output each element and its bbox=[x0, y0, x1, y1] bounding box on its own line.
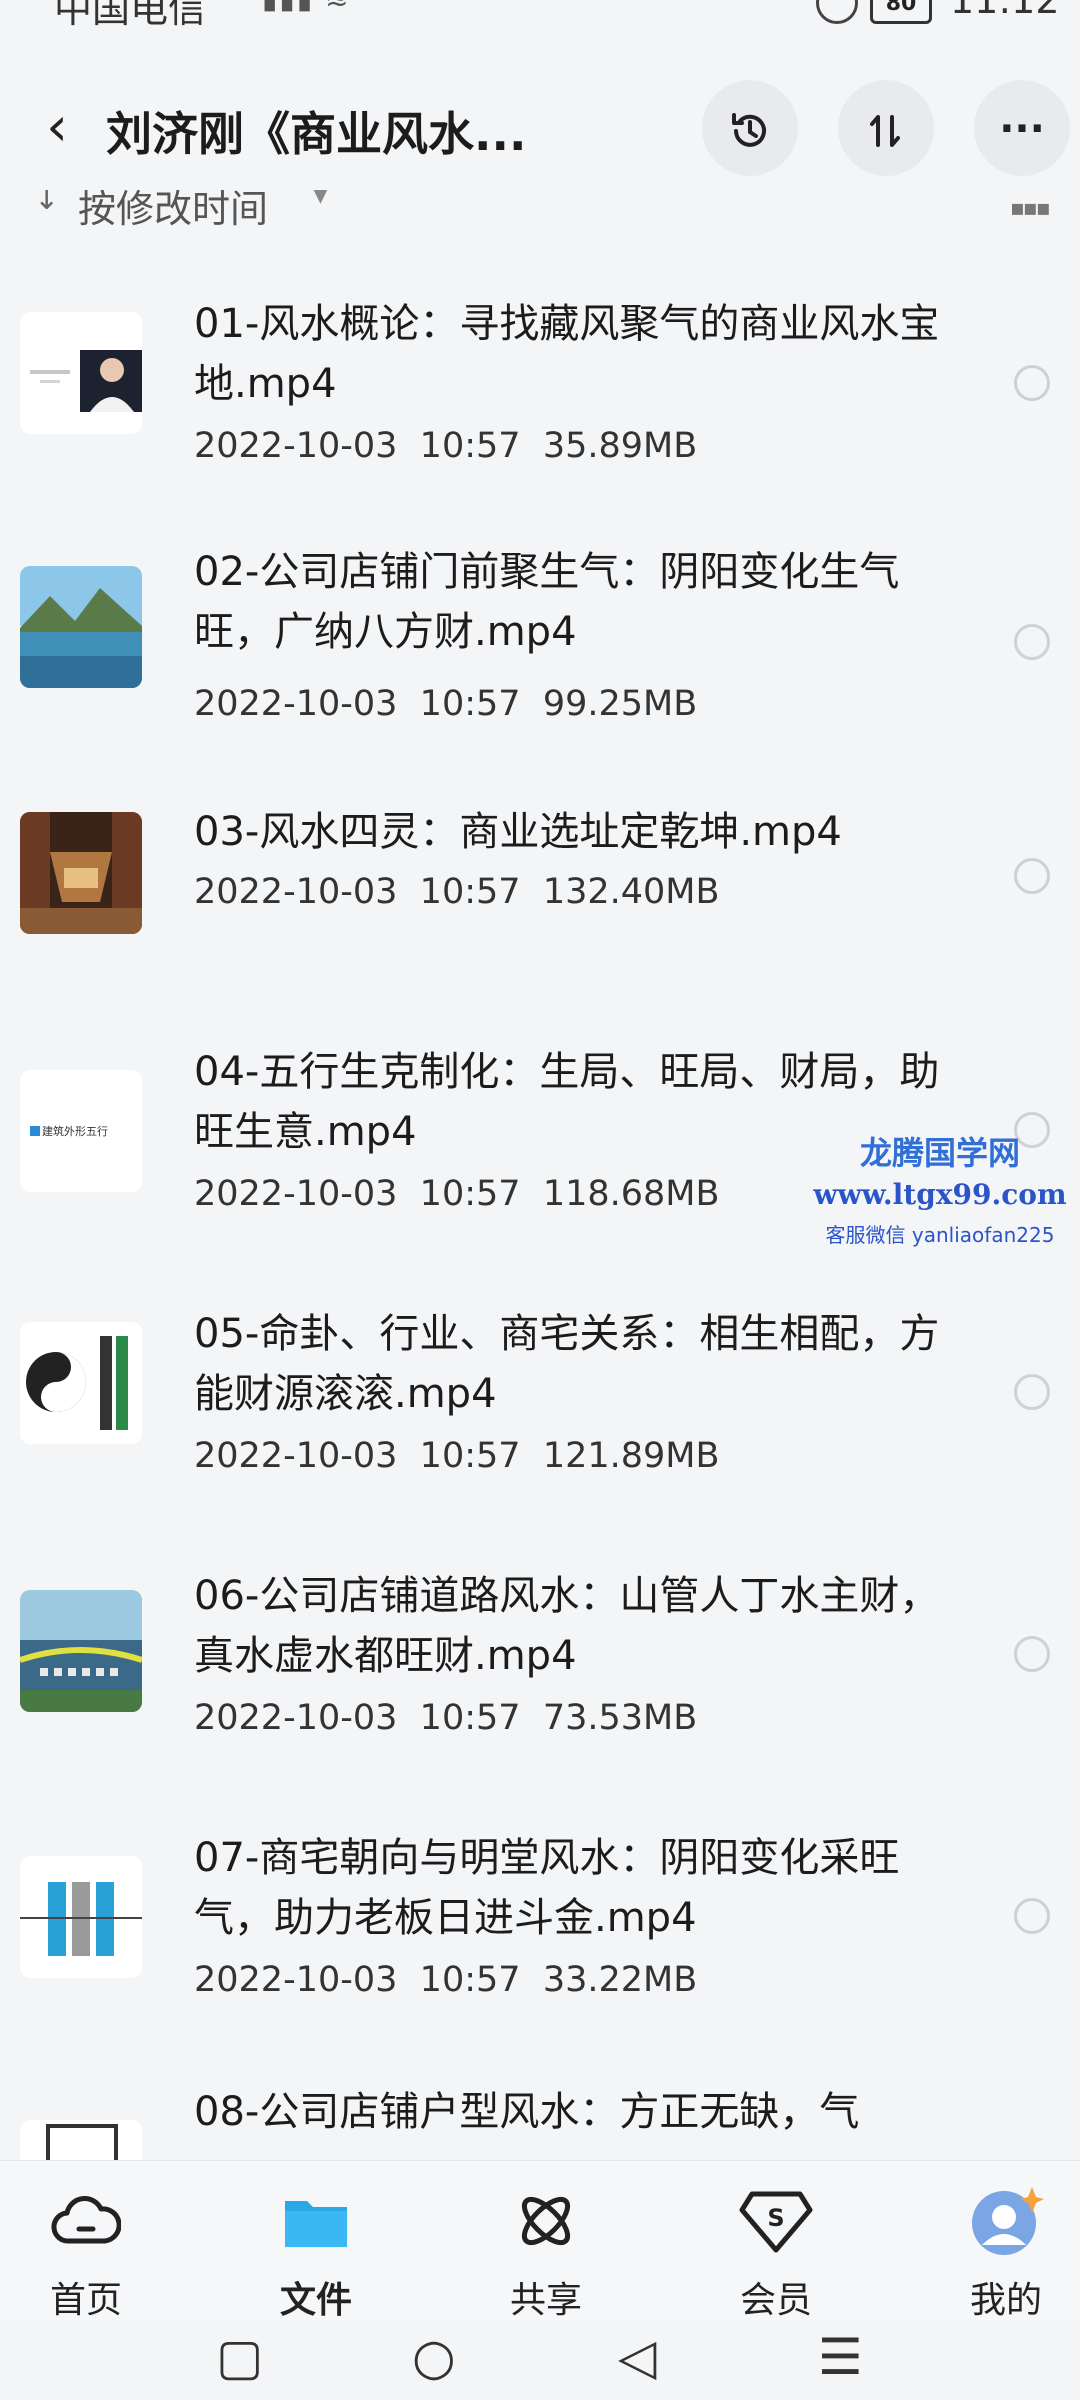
eye-comfort-icon bbox=[816, 0, 858, 24]
tab-vip[interactable]: S 会员 bbox=[696, 2181, 856, 2321]
file-meta: 2022-10-03 10:57 33.22MB bbox=[194, 1960, 698, 2000]
grid-view-icon[interactable]: ▪▪▪ bbox=[1010, 196, 1051, 221]
file-row-08[interactable]: 08-公司店铺户型风水：方正无缺，气 bbox=[0, 2054, 1080, 2160]
more-horizontal-icon: ··· bbox=[999, 106, 1045, 152]
tab-files[interactable]: 文件 bbox=[236, 2181, 396, 2321]
select-radio[interactable] bbox=[1014, 624, 1050, 660]
back-icon[interactable]: ◁ bbox=[618, 2328, 656, 2386]
file-meta: 2022-10-03 10:57 118.68MB bbox=[194, 1174, 720, 1214]
sort-order-icon bbox=[870, 114, 900, 147]
video-thumbnail bbox=[20, 312, 142, 434]
sort-selector[interactable]: 按修改时间 bbox=[78, 190, 268, 233]
video-thumbnail bbox=[20, 1590, 142, 1712]
video-thumbnail: 建筑外形五行 bbox=[20, 1070, 142, 1192]
tab-home[interactable]: 首页 bbox=[6, 2181, 166, 2321]
file-row-03[interactable]: 03-风水四灵：商业选址定乾坤.mp4 2022-10-03 10:57 132… bbox=[0, 772, 1080, 1006]
menu-icon[interactable]: ☰ bbox=[818, 2328, 863, 2386]
file-row-01[interactable]: 01-风水概论：寻找藏风聚气的商业风水宝地.mp4 2022-10-03 10:… bbox=[0, 250, 1080, 510]
watermark-url: www.ltgx99.com bbox=[813, 1178, 1067, 1211]
file-name: 01-风水概论：寻找藏风聚气的商业风水宝地.mp4 bbox=[194, 301, 940, 407]
svg-text:建筑外形五行: 建筑外形五行 bbox=[42, 1124, 108, 1138]
recents-icon[interactable]: ▢ bbox=[216, 2328, 263, 2386]
file-name: 05-命卦、行业、商宅关系：相生相配，方能财源滚滚.mp4 bbox=[194, 1311, 940, 1417]
carrier-name: 中国电信 bbox=[54, 0, 207, 31]
select-radio[interactable] bbox=[1014, 1374, 1050, 1410]
file-row-07[interactable]: 07-商宅朝向与明堂风水：阴阳变化采旺气，助力老板日进斗金.mp4 2022-1… bbox=[0, 1792, 1080, 2054]
signal-wifi-icon: ▮▮▮ ≋ bbox=[262, 0, 351, 15]
file-meta: 2022-10-03 10:57 132.40MB bbox=[194, 872, 720, 912]
file-name: 08-公司店铺户型风水：方正无缺，气 bbox=[194, 2089, 860, 2135]
file-meta: 2022-10-03 10:57 73.53MB bbox=[194, 1698, 698, 1738]
avatar-icon bbox=[972, 2187, 1044, 2255]
tab-label: 会员 bbox=[739, 2280, 812, 2321]
file-meta: 2022-10-03 10:57 99.25MB bbox=[194, 684, 698, 724]
home-icon[interactable]: ○ bbox=[412, 2328, 456, 2386]
watermark-site-name: 龙腾国学网 bbox=[859, 1134, 1020, 1172]
select-radio[interactable] bbox=[1014, 1636, 1050, 1672]
battery-indicator: 80 bbox=[870, 0, 932, 24]
vip-diamond-icon: S bbox=[739, 2191, 813, 2253]
file-name: 02-公司店铺门前聚生气：阴阳变化生气旺，广纳八方财.mp4 bbox=[194, 549, 900, 655]
tab-me[interactable]: 我的 bbox=[926, 2181, 1080, 2321]
watermark-contact: 客服微信 yanliaofan225 bbox=[825, 1223, 1055, 1247]
bottom-nav: 首页 文件 共享 S 会员 我的 bbox=[0, 2160, 1080, 2321]
status-time: 11:12 bbox=[950, 0, 1060, 22]
tab-label: 共享 bbox=[509, 2280, 582, 2321]
tab-label: 我的 bbox=[969, 2280, 1042, 2321]
folder-icon bbox=[285, 2201, 347, 2247]
sort-button[interactable] bbox=[838, 80, 934, 176]
file-name: 06-公司店铺道路风水：山管人丁水主财，真水虚水都旺财.mp4 bbox=[194, 1573, 940, 1679]
svg-text:S: S bbox=[767, 2204, 784, 2232]
more-button[interactable]: ··· bbox=[974, 80, 1070, 176]
tab-label: 首页 bbox=[49, 2280, 122, 2321]
history-clock-icon bbox=[732, 112, 766, 147]
file-name: 03-风水四灵：商业选址定乾坤.mp4 bbox=[194, 809, 842, 855]
file-row-05[interactable]: 05-命卦、行业、商宅关系：相生相配，方能财源滚滚.mp4 2022-10-03… bbox=[0, 1268, 1080, 1530]
video-thumbnail bbox=[20, 2120, 142, 2160]
tab-share[interactable]: 共享 bbox=[466, 2181, 626, 2321]
select-radio[interactable] bbox=[1014, 858, 1050, 894]
file-row-06[interactable]: 06-公司店铺道路风水：山管人丁水主财，真水虚水都旺财.mp4 2022-10-… bbox=[0, 1530, 1080, 1792]
file-name: 07-商宅朝向与明堂风水：阴阳变化采旺气，助力老板日进斗金.mp4 bbox=[194, 1835, 900, 1941]
system-nav-bar: ▢ ○ ◁ ☰ bbox=[0, 2320, 1080, 2400]
video-thumbnail bbox=[20, 812, 142, 934]
watermark: 龙腾国学网 www.ltgx99.com 客服微信 yanliaofan225 bbox=[800, 1128, 1080, 1248]
sort-bar: ↓ 按修改时间 ▼ ▪▪▪ bbox=[0, 190, 1080, 234]
cloud-home-icon bbox=[51, 2196, 121, 2244]
select-radio[interactable] bbox=[1014, 1898, 1050, 1934]
file-meta: 2022-10-03 10:57 35.89MB bbox=[194, 426, 698, 466]
history-button[interactable] bbox=[702, 80, 798, 176]
video-thumbnail bbox=[20, 566, 142, 688]
page-title: 刘济刚《商业风水... bbox=[106, 107, 527, 161]
status-bar: 中国电信 ▮▮▮ ≋ 80 11:12 bbox=[0, 0, 1080, 31]
top-app-bar: ‹ 刘济刚《商业风水... ··· bbox=[0, 70, 1080, 190]
tab-label: 文件 bbox=[279, 2280, 352, 2321]
caret-down-icon: ▼ bbox=[312, 190, 329, 207]
sort-arrow-icon: ↓ bbox=[34, 190, 60, 217]
file-row-02[interactable]: 02-公司店铺门前聚生气：阴阳变化生气旺，广纳八方财.mp4 2022-10-0… bbox=[0, 510, 1080, 772]
chevron-left-icon[interactable]: ‹ bbox=[22, 92, 92, 162]
select-radio[interactable] bbox=[1014, 365, 1050, 401]
video-thumbnail bbox=[20, 1322, 142, 1444]
file-meta: 2022-10-03 10:57 121.89MB bbox=[194, 1436, 720, 1476]
video-thumbnail bbox=[20, 1856, 142, 1978]
share-atom-icon bbox=[521, 2196, 571, 2246]
